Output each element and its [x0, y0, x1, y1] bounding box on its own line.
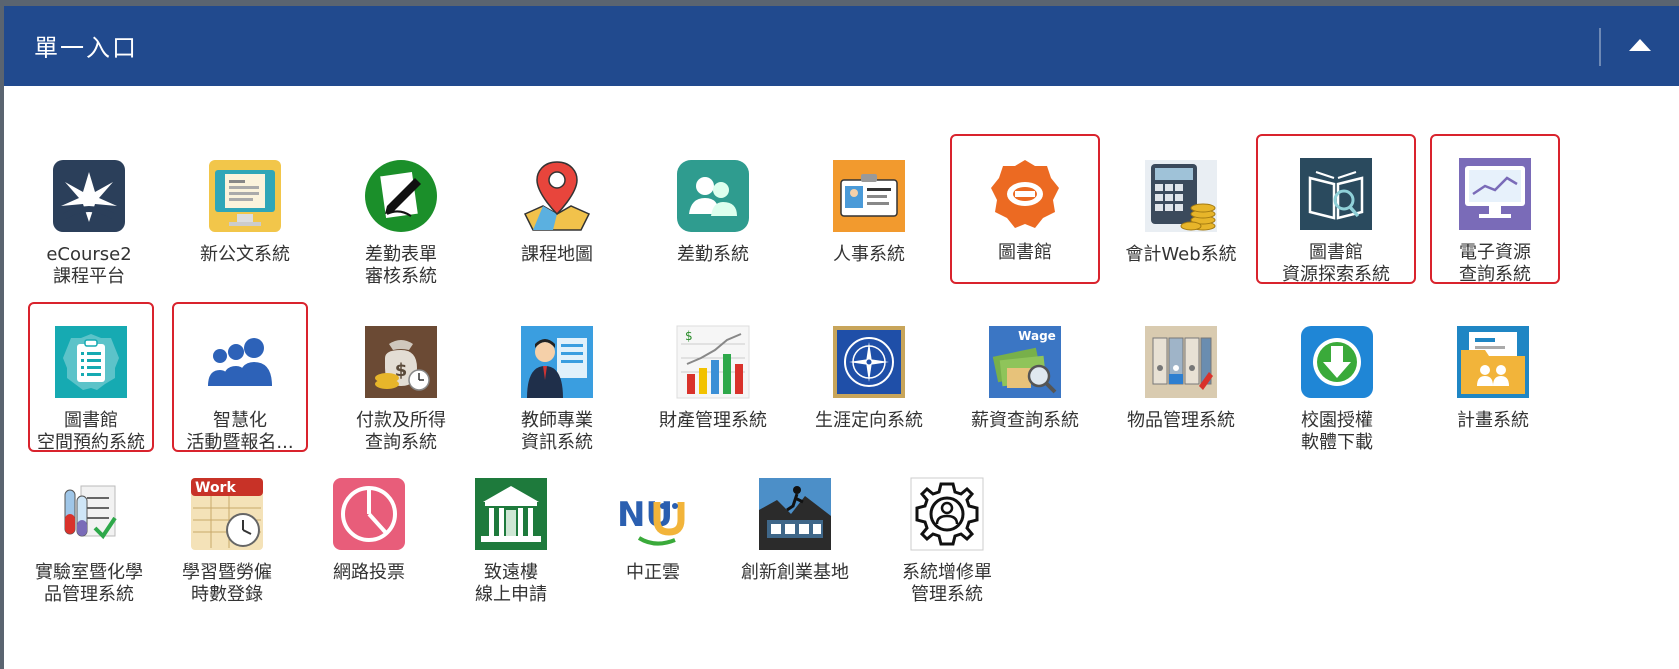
- tile-label: 教師專業 資訊系統: [521, 410, 593, 453]
- tile-label: 差勤表單 審核系統: [365, 244, 437, 287]
- tile-label: 物品管理系統: [1127, 410, 1235, 431]
- tile-label: 新公文系統: [200, 244, 290, 265]
- tile-label: 致遠樓 線上申請: [475, 562, 547, 605]
- panel-title: 單一入口: [34, 34, 138, 62]
- collapse-button[interactable]: [1625, 30, 1655, 60]
- money-bag-icon: $: [363, 324, 439, 400]
- tile-label: 生涯定向系統: [815, 410, 923, 431]
- header-divider: [1599, 28, 1601, 66]
- single-entry-panel: 單一入口 eCourse2 課程平台 新公文系統 差勤表單 審核系統 課程地圖: [4, 6, 1679, 669]
- teacher-profile-icon: [519, 324, 595, 400]
- tile-label: 計畫系統: [1457, 410, 1529, 431]
- chevron-up-icon: [1629, 39, 1651, 51]
- wage-icon-text: Wage: [1018, 329, 1056, 343]
- nu-cloud-icon: NU: [615, 476, 691, 552]
- monitor-chart-icon: [1457, 156, 1533, 232]
- bar-chart-icon: $: [675, 324, 751, 400]
- tile-label: 圖書館: [998, 242, 1052, 263]
- tile-lab-chemical[interactable]: 實驗室暨化學 品管理系統: [14, 454, 164, 605]
- building-icon: [473, 476, 549, 552]
- tile-label: eCourse2 課程平台: [46, 244, 132, 287]
- compass-icon: [831, 324, 907, 400]
- tile-label: 薪資查詢系統: [971, 410, 1079, 431]
- tile-project-system[interactable]: 計畫系統: [1418, 302, 1568, 452]
- tile-label: 圖書館 空間預約系統: [37, 410, 145, 453]
- tile-online-voting[interactable]: 網路投票: [294, 454, 444, 604]
- tile-label: 智慧化 活動暨報名...: [186, 410, 294, 453]
- book-search-icon: [1298, 156, 1374, 232]
- lab-tubes-icon: [51, 476, 127, 552]
- document-monitor-icon: [207, 158, 283, 234]
- tile-label: 財產管理系統: [659, 410, 767, 431]
- wage-icon: Wage: [987, 324, 1063, 400]
- pen-sign-icon: [363, 158, 439, 234]
- tile-personnel[interactable]: 人事系統: [794, 136, 944, 286]
- folder-people-icon: [1455, 324, 1531, 400]
- download-icon: [1299, 324, 1375, 400]
- id-card-icon: [831, 158, 907, 234]
- tile-label: 創新創業基地: [741, 562, 849, 583]
- tile-label: 會計Web系統: [1125, 244, 1237, 265]
- library-badge-icon: [987, 156, 1063, 232]
- tile-label: 課程地圖: [521, 244, 593, 265]
- binders-icon: [1143, 324, 1219, 400]
- tile-e-resources[interactable]: 電子資源 查詢系統: [1430, 134, 1560, 285]
- tile-label: 中正雲: [626, 562, 680, 583]
- group-people-icon: [202, 324, 278, 400]
- tile-payment-income[interactable]: $ 付款及所得 查詢系統: [326, 302, 476, 453]
- tile-label: 校園授權 軟體下載: [1301, 410, 1373, 453]
- vote-pie-icon: [331, 476, 407, 552]
- tile-label: 人事系統: [833, 244, 905, 265]
- tile-system-change-request[interactable]: 系統增修單 管理系統: [872, 454, 1022, 605]
- tile-label: 圖書館 資源探索系統: [1282, 242, 1390, 285]
- tile-teacher-info[interactable]: 教師專業 資訊系統: [482, 302, 632, 453]
- tile-library[interactable]: 圖書館: [950, 134, 1100, 284]
- tile-library-space-booking[interactable]: 圖書館 空間預約系統: [28, 302, 154, 453]
- tile-course-map[interactable]: 課程地圖: [482, 136, 632, 286]
- work-clock-icon: Work: [189, 476, 265, 552]
- ecourse-icon: [51, 158, 127, 234]
- tile-label: 差勤系統: [677, 244, 749, 265]
- clipboard-list-icon: [53, 324, 129, 400]
- tile-zhiyuan-building[interactable]: 致遠樓 線上申請: [436, 454, 586, 605]
- svg-text:$: $: [685, 329, 693, 343]
- tile-label: 實驗室暨化學 品管理系統: [35, 562, 143, 605]
- tile-attendance[interactable]: 差勤系統: [638, 136, 788, 286]
- tile-innovation-base[interactable]: 創新創業基地: [720, 454, 870, 604]
- tile-label: 學習暨勞僱 時數登錄: [182, 562, 272, 605]
- tile-item-management[interactable]: 物品管理系統: [1106, 302, 1256, 452]
- tile-label: 付款及所得 查詢系統: [356, 410, 446, 453]
- tile-smart-activity[interactable]: 智慧化 活動暨報名...: [172, 302, 308, 453]
- tile-software-download[interactable]: 校園授權 軟體下載: [1262, 302, 1412, 453]
- tile-salary-query[interactable]: Wage 薪資查詢系統: [950, 302, 1100, 452]
- tile-new-document[interactable]: 新公文系統: [170, 136, 320, 286]
- panel-header: 單一入口: [4, 6, 1679, 86]
- tile-accounting-web[interactable]: 會計Web系統: [1106, 136, 1256, 286]
- work-icon-text: Work: [195, 480, 236, 496]
- people-icon: [675, 158, 751, 234]
- calculator-coins-icon: [1143, 158, 1219, 234]
- tile-library-discovery[interactable]: 圖書館 資源探索系統: [1256, 134, 1416, 285]
- tile-property-management[interactable]: $ 財產管理系統: [638, 302, 788, 452]
- tile-leave-form-review[interactable]: 差勤表單 審核系統: [326, 136, 476, 287]
- map-pin-icon: [519, 158, 595, 234]
- tile-label: 系統增修單 管理系統: [902, 562, 992, 605]
- tile-ccu-cloud[interactable]: NU 中正雲: [578, 454, 728, 604]
- gear-person-icon: [909, 476, 985, 552]
- tile-label: 電子資源 查詢系統: [1459, 242, 1531, 285]
- tile-study-work-hours[interactable]: Work 學習暨勞僱 時數登錄: [152, 454, 302, 605]
- climber-icon: [757, 476, 833, 552]
- tile-ecourse2[interactable]: eCourse2 課程平台: [14, 136, 164, 287]
- tile-career-orientation[interactable]: 生涯定向系統: [794, 302, 944, 452]
- tile-label: 網路投票: [333, 562, 405, 583]
